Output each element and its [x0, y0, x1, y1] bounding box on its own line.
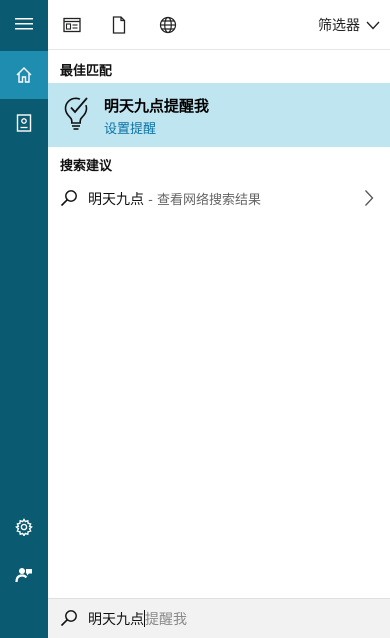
suggestion-text: 明天九点 - 查看网络搜索结果: [88, 189, 261, 209]
lightbulb-check-icon: [64, 97, 88, 130]
search-typed-text: 明天九点: [88, 612, 144, 628]
search-autocomplete-text: 提醒我: [145, 612, 187, 628]
apps-icon: [63, 17, 81, 33]
search-suggestion-item[interactable]: 明天九点 - 查看网络搜索结果: [48, 181, 390, 215]
hamburger-icon: [15, 18, 33, 30]
gear-icon: [15, 518, 33, 536]
search-suggestions-header: 搜索建议: [60, 159, 113, 174]
documents-filter-button[interactable]: [107, 13, 131, 37]
feedback-button[interactable]: [0, 551, 48, 599]
feedback-icon: [15, 568, 32, 583]
best-match-header: 最佳匹配: [60, 64, 113, 79]
chevron-right-icon: [365, 190, 374, 206]
filter-bar: 筛选器: [48, 0, 390, 50]
filter-dropdown[interactable]: 筛选器: [318, 14, 380, 36]
search-icon: [60, 610, 77, 627]
filter-label: 筛选器: [318, 18, 360, 34]
nav-rail: [0, 0, 48, 638]
suggestion-hint: - 查看网络搜索结果: [144, 193, 261, 208]
home-icon: [16, 67, 32, 83]
chevron-down-icon: [366, 21, 380, 29]
home-button[interactable]: [0, 51, 48, 99]
menu-button[interactable]: [0, 0, 48, 48]
best-match-result[interactable]: 明天九点提醒我 设置提醒: [48, 83, 390, 147]
globe-icon: [159, 16, 177, 34]
search-input[interactable]: 明天九点提醒我: [88, 609, 187, 629]
document-icon: [112, 16, 126, 34]
notebook-button[interactable]: [0, 99, 48, 147]
suggestion-query: 明天九点: [88, 192, 144, 208]
apps-filter-button[interactable]: [60, 13, 84, 37]
best-match-subtitle: 设置提醒: [104, 122, 157, 137]
web-filter-button[interactable]: [156, 13, 180, 37]
search-box[interactable]: 明天九点提醒我: [48, 598, 390, 638]
best-match-title: 明天九点提醒我: [104, 97, 210, 115]
notebook-icon: [16, 114, 32, 132]
search-icon: [60, 190, 77, 207]
settings-button[interactable]: [0, 503, 48, 551]
